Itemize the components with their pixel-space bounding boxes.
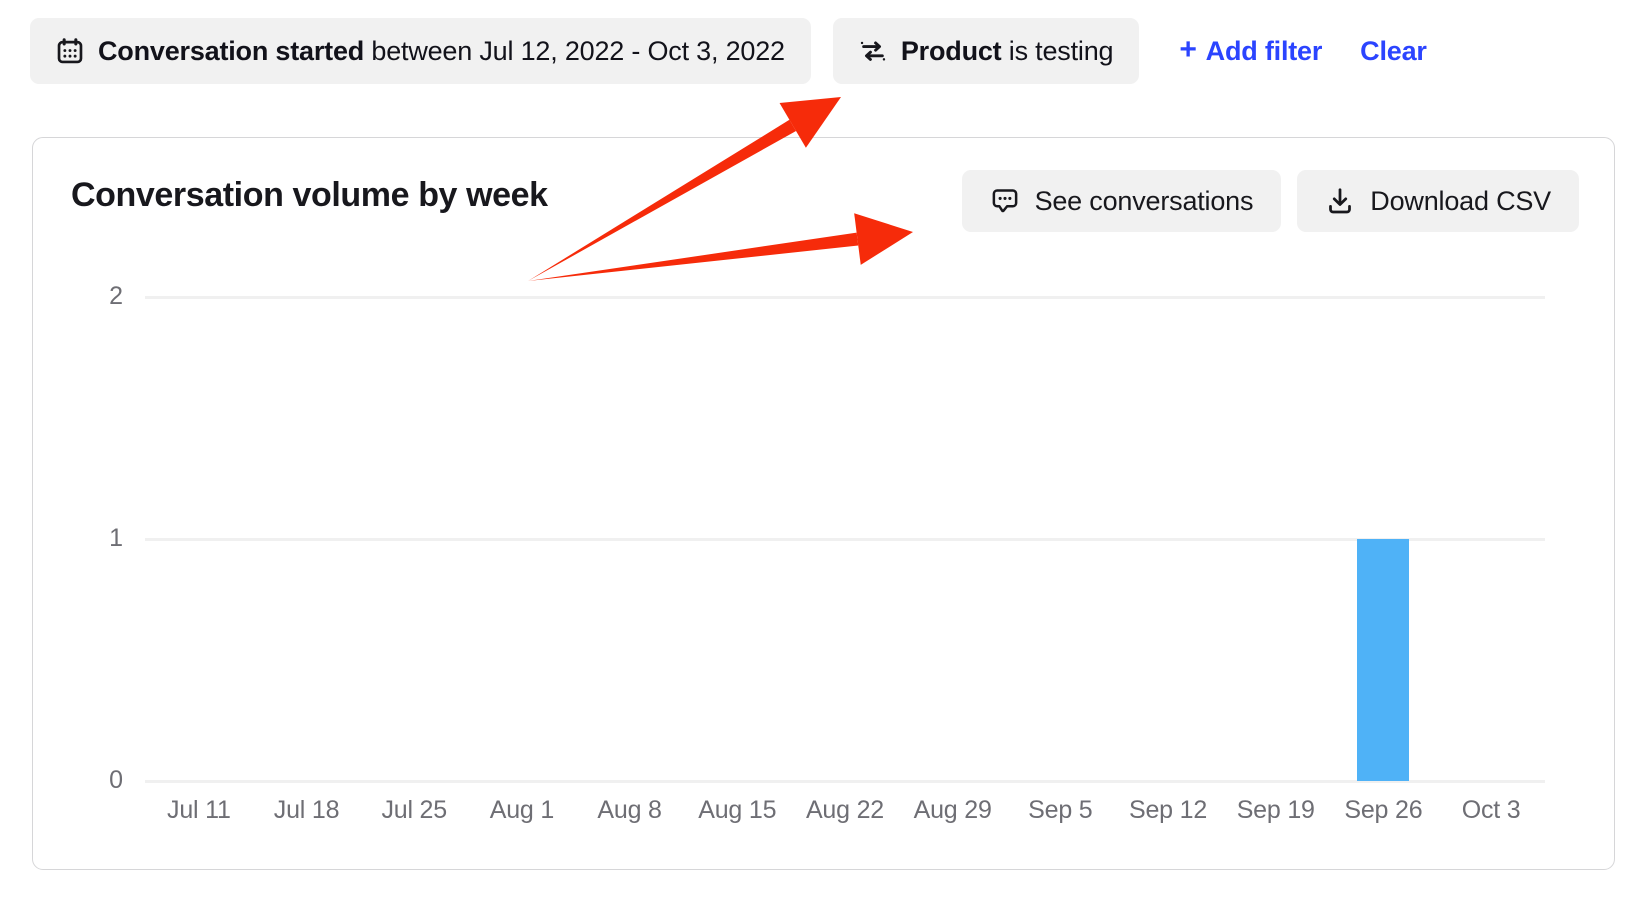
- x-axis-tick-label: Aug 1: [489, 796, 555, 824]
- download-csv-label: Download CSV: [1370, 185, 1551, 216]
- bar-slot: [360, 296, 468, 781]
- x-axis-tick-label: Sep 12: [1129, 796, 1208, 824]
- filter-chip-conversation-started[interactable]: Conversation started between Jul 12, 202…: [30, 18, 811, 84]
- clear-filters-button[interactable]: Clear: [1360, 36, 1427, 67]
- filter-field-label: Conversation started: [98, 35, 365, 66]
- x-axis-tick-label: Oct 3: [1461, 796, 1521, 824]
- chip-spacer: [811, 51, 833, 52]
- x-axis-tick-label: Sep 26: [1344, 796, 1423, 824]
- add-filter-label: Add filter: [1205, 35, 1323, 66]
- bar-slot: [1007, 296, 1115, 781]
- filter-bar: Conversation started between Jul 12, 202…: [30, 18, 1427, 84]
- download-icon: [1325, 186, 1355, 216]
- bar-slot: [1330, 296, 1438, 781]
- filter-chip-product[interactable]: Product is testing: [832, 18, 1140, 84]
- bar-slot: [899, 296, 1007, 781]
- filter-chip-text: Conversation started between Jul 12, 202…: [98, 36, 785, 67]
- x-axis-tick-label: Aug 22: [805, 796, 884, 824]
- y-axis-tick-label: 2: [109, 282, 123, 310]
- page-title: Conversation volume by week: [71, 176, 548, 214]
- x-axis-tick-label: Aug 8: [597, 796, 662, 824]
- y-axis-tick-label: 0: [109, 766, 123, 794]
- chart-card-header: Conversation volume by week See conversa…: [33, 138, 1614, 268]
- x-axis-tick-label: Jul 25: [381, 796, 447, 824]
- filter-value-label: between Jul 12, 2022 - Oct 3, 2022: [364, 35, 785, 66]
- x-axis-tick-label: Jul 11: [167, 796, 231, 824]
- see-conversations-button[interactable]: See conversations: [961, 170, 1282, 232]
- bar-slot: [576, 296, 684, 781]
- filter-field-label: Product: [900, 35, 1002, 66]
- x-axis-tick-label: Jul 18: [273, 796, 340, 824]
- x-axis: Jul 11 Jul 18 Jul 25 Aug 1 Aug 8 Aug 15 Aug 22…: [145, 796, 1545, 825]
- chart-plot-area: 2 1 0 Jul 11 Jul 18 Jul 25 Aug 1 Aug 8 Aug 15…: [109, 284, 1545, 824]
- download-csv-button[interactable]: Download CSV: [1297, 170, 1579, 232]
- see-conversations-label: See conversations: [1034, 185, 1254, 216]
- bar-slot: [253, 296, 361, 781]
- calendar-icon: [56, 37, 84, 65]
- bar-slot: [145, 296, 253, 781]
- x-axis-tick-label: Sep 5: [1028, 796, 1093, 824]
- filter-chip-text: Product is testing: [900, 35, 1114, 67]
- plus-icon: +: [1179, 33, 1197, 66]
- x-axis-tick-label: Aug 29: [913, 796, 992, 824]
- clear-label: Clear: [1360, 35, 1427, 66]
- y-axis-tick-label: 1: [109, 524, 123, 552]
- bar-slot: [683, 296, 791, 781]
- chart-card: Conversation volume by week See conversa…: [32, 137, 1615, 870]
- bars-layer: [145, 296, 1545, 781]
- speech-bubble-icon: [990, 186, 1020, 216]
- x-axis-tick-label: Sep 19: [1236, 796, 1315, 824]
- transfer-arrows-icon: [859, 37, 887, 65]
- bar-slot: [468, 296, 576, 781]
- chart-bar[interactable]: [1357, 539, 1410, 781]
- x-axis-tick-label: Aug 15: [698, 796, 777, 824]
- bar-slot: [791, 296, 899, 781]
- bar-slot: [1437, 296, 1545, 781]
- bar-slot: [1222, 296, 1330, 781]
- chart-card-actions: See conversations Download CSV: [961, 170, 1579, 232]
- bar-slot: [1114, 296, 1222, 781]
- add-filter-button[interactable]: + Add filter: [1179, 33, 1323, 67]
- filter-value-label: is testing: [1001, 35, 1114, 66]
